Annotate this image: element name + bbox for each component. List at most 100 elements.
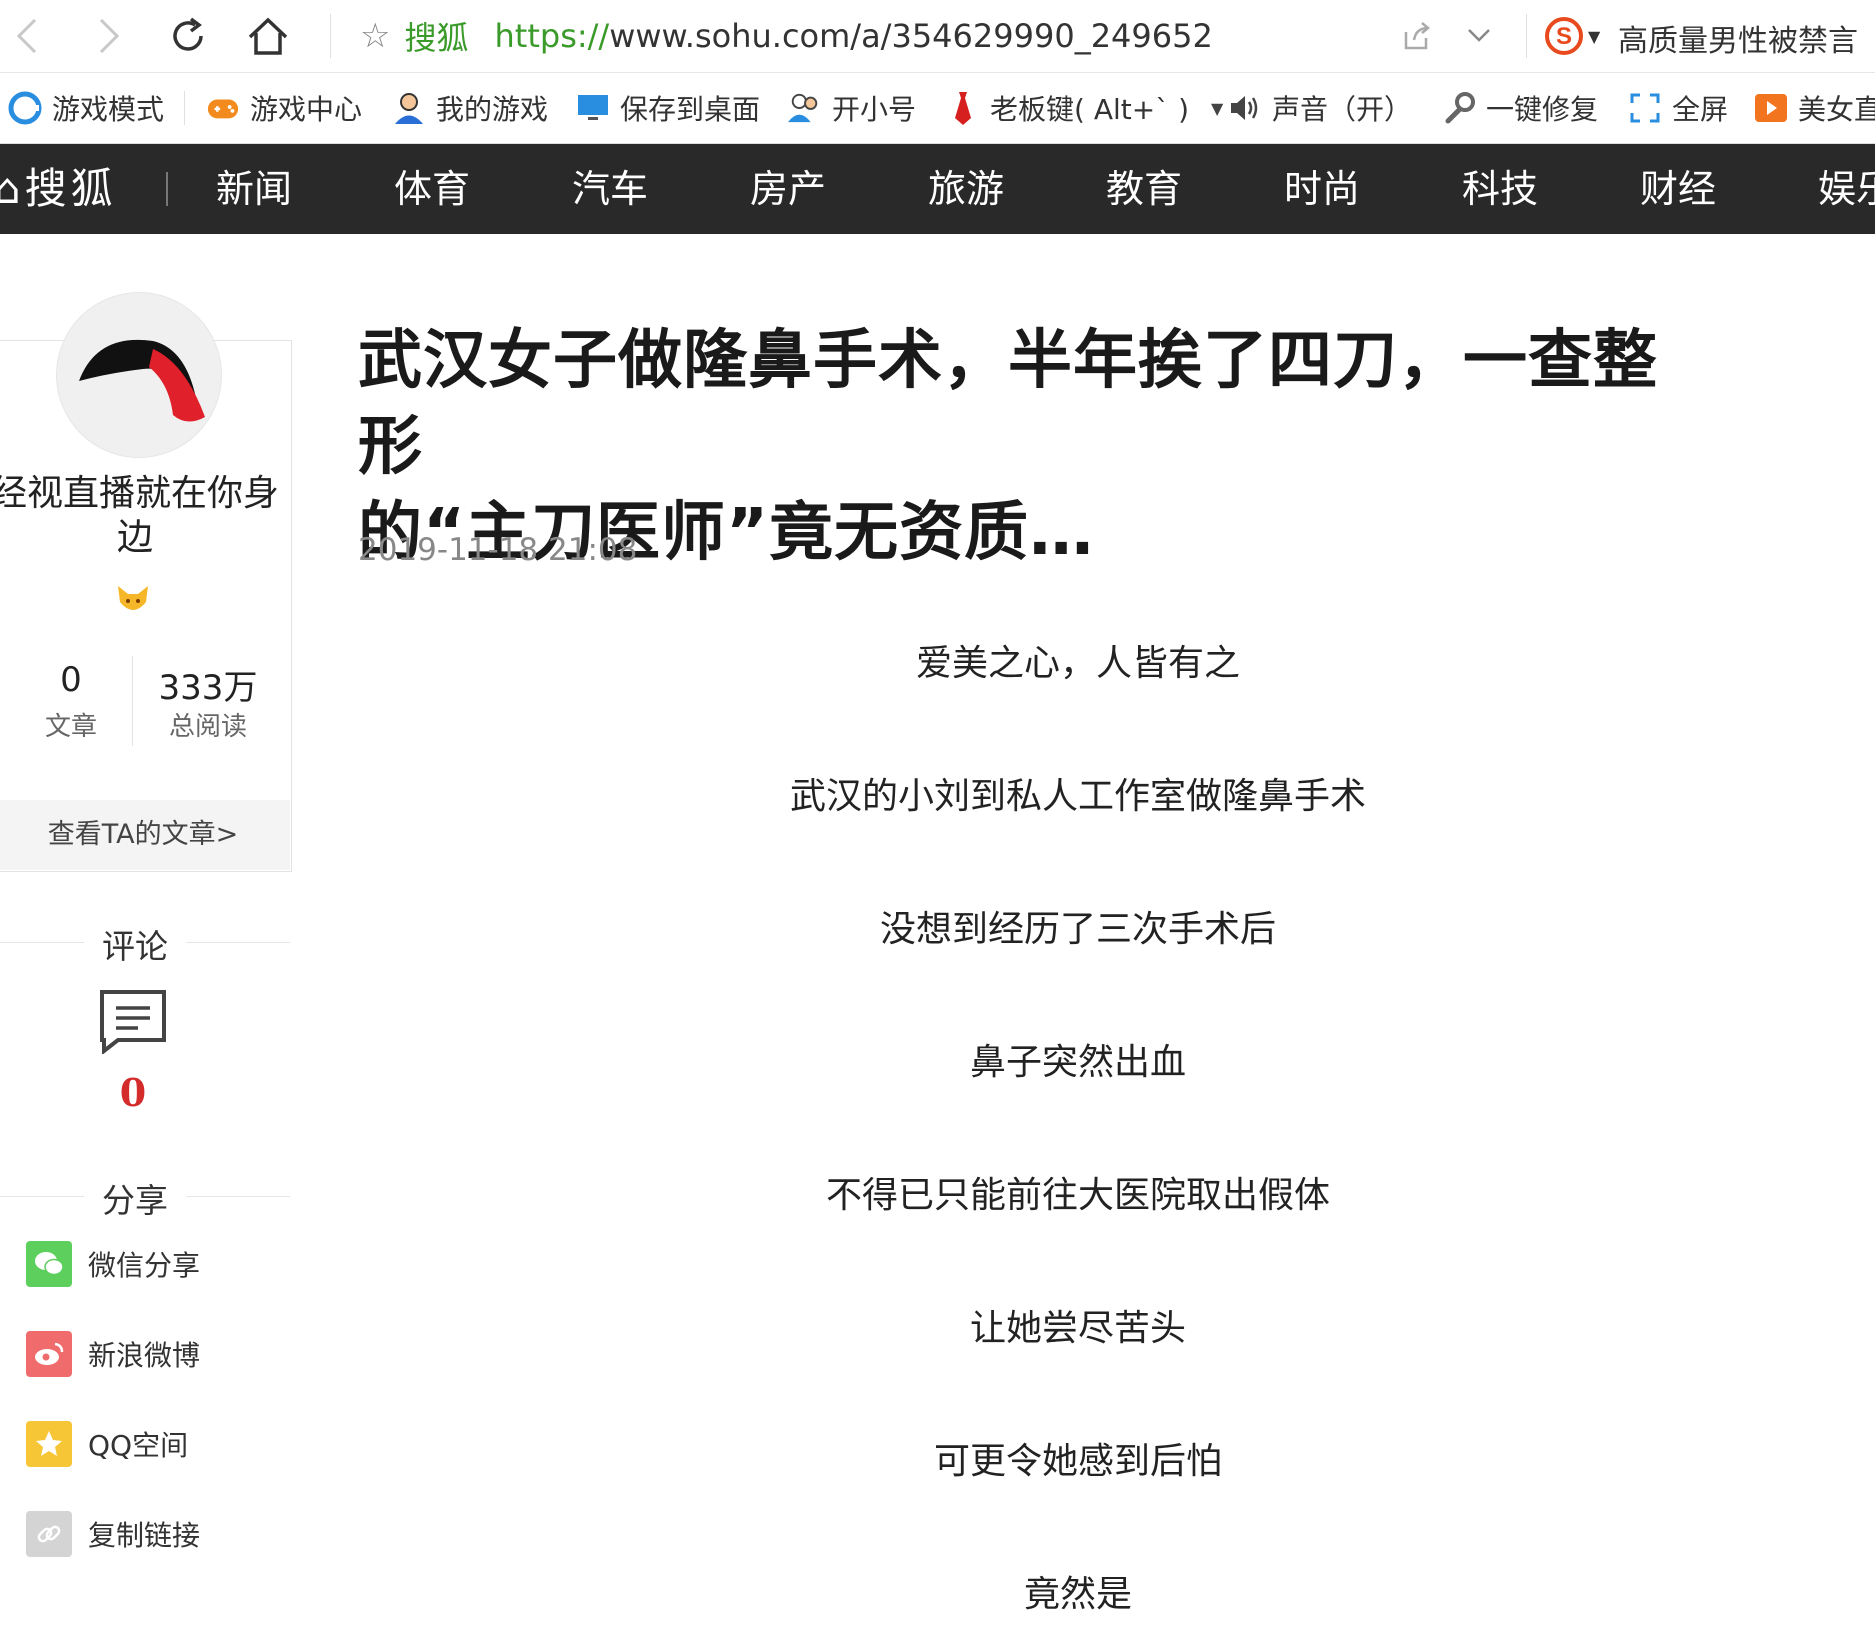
bookmark-game-center[interactable]: 游戏中心: [206, 73, 362, 143]
view-author-articles-link[interactable]: 查看TA的文章>: [0, 800, 290, 870]
bookmark-repair[interactable]: 一键修复: [1442, 73, 1598, 143]
url-text: www.sohu.com/a/354629990_249652: [609, 17, 1213, 55]
caret-down-icon[interactable]: ▼: [1211, 99, 1223, 118]
nav-item-tech[interactable]: 科技: [1462, 144, 1538, 234]
nav-item-fashion[interactable]: 时尚: [1284, 144, 1360, 234]
fox-badge-icon: [114, 582, 152, 620]
search-suggestion[interactable]: 高质量男性被禁言: [1618, 16, 1858, 60]
sogou-search-icon: S: [1545, 17, 1583, 55]
nav-item-sports[interactable]: 体育: [394, 144, 470, 234]
comment-section-title: 评论: [84, 920, 186, 968]
nav-item-entertainment[interactable]: 娱乐: [1818, 144, 1875, 234]
sohu-logo[interactable]: ⌂搜狐: [0, 144, 117, 234]
game-mode-icon: [8, 91, 42, 125]
bookmark-save-desktop[interactable]: 保存到桌面: [576, 73, 760, 143]
bookmark-live[interactable]: 美女直: [1754, 73, 1875, 143]
bookmark-fullscreen[interactable]: 全屏: [1628, 73, 1728, 143]
browser-toolbar: ☆ 搜狐 https:// www.sohu.com/a/354629990_2…: [0, 0, 1875, 73]
share-wechat[interactable]: 微信分享: [26, 1240, 200, 1288]
article-paragraph: 鼻子突然出血: [969, 1042, 1186, 1083]
qzone-star-icon: [26, 1421, 72, 1467]
play-icon: [1754, 91, 1788, 125]
svg-text:S: S: [1556, 23, 1572, 50]
home-icon: ⌂: [0, 164, 25, 213]
nav-divider: [166, 172, 168, 206]
url-scheme: https://: [494, 17, 610, 55]
share-label: 复制链接: [88, 1519, 201, 1552]
share-icon: [1404, 22, 1430, 50]
tie-icon: [946, 91, 980, 125]
author-logo-icon: [79, 339, 205, 422]
bookmark-my-games[interactable]: 我的游戏: [392, 73, 548, 143]
share-label: 微信分享: [88, 1249, 201, 1282]
bookmark-label: 一键修复: [1486, 93, 1599, 126]
stat-divider: [132, 656, 133, 746]
bookmark-star-icon[interactable]: ☆: [360, 16, 390, 56]
user-icon: [392, 91, 426, 125]
author-name[interactable]: 经视直播就在你身边: [0, 472, 280, 560]
bookmark-label: 声音（开）: [1272, 93, 1413, 126]
nav-item-travel[interactable]: 旅游: [928, 144, 1004, 234]
share-copy-link[interactable]: 复制链接: [26, 1510, 200, 1558]
monitor-icon: [576, 91, 610, 125]
forward-button[interactable]: [86, 14, 130, 58]
home-icon: [248, 17, 288, 55]
bookmark-boss-key[interactable]: 老板键( Alt+` ) ▼: [946, 73, 1223, 143]
reload-button[interactable]: [166, 14, 210, 58]
article-paragraph: 不得已只能前往大医院取出假体: [825, 1175, 1330, 1216]
share-section-title: 分享: [84, 1174, 186, 1222]
article-paragraph: 竟然是: [1023, 1574, 1132, 1615]
chevron-left-icon: [16, 18, 37, 54]
logo-text: 搜狐: [24, 164, 117, 213]
back-button[interactable]: [6, 14, 50, 58]
gamepad-icon: [206, 91, 240, 125]
bookmark-label: 我的游戏: [436, 93, 549, 126]
total-reads: 333万: [158, 668, 258, 708]
chevron-right-icon: [99, 18, 120, 54]
wechat-icon: [26, 1241, 72, 1287]
nav-item-finance[interactable]: 财经: [1640, 144, 1716, 234]
bookmark-divider: [184, 91, 185, 125]
address-dropdown-button[interactable]: [1466, 24, 1492, 50]
nav-item-education[interactable]: 教育: [1106, 144, 1182, 234]
wrench-icon: [1442, 91, 1476, 125]
article-count: 0: [60, 660, 82, 700]
share-qzone[interactable]: QQ空间: [26, 1420, 188, 1468]
link-icon: [26, 1511, 72, 1557]
home-button[interactable]: [246, 14, 290, 58]
nav-item-news[interactable]: 新闻: [216, 144, 292, 234]
bookmark-open-account[interactable]: 开小号: [788, 73, 916, 143]
share-weibo[interactable]: 新浪微博: [26, 1330, 200, 1378]
article-paragraph: 爱美之心，人皆有之: [915, 643, 1240, 684]
caret-down-icon: ▼: [1588, 26, 1601, 46]
fullscreen-icon: [1628, 91, 1662, 125]
bookmark-label: 保存到桌面: [620, 93, 761, 126]
toolbar-divider: [1526, 14, 1527, 58]
share-label: QQ空间: [88, 1429, 189, 1462]
site-navigation: ⌂搜狐 新闻 体育 汽车 房产 旅游 教育 时尚 科技 财经 娱乐: [0, 144, 1875, 234]
address-bar[interactable]: ☆ 搜狐 https:// www.sohu.com/a/354629990_2…: [360, 0, 1213, 72]
bookmark-label: 美女直: [1798, 93, 1875, 126]
bookmarks-bar: 游戏模式 游戏中心 我的游戏 保存到桌面 开小号 老板键( Alt+` ) ▼ …: [0, 73, 1875, 144]
article-paragraph: 让她尝尽苦头: [969, 1308, 1186, 1349]
comment-button[interactable]: [98, 988, 168, 1056]
weibo-icon: [26, 1331, 72, 1377]
reload-icon: [173, 17, 203, 51]
nav-item-house[interactable]: 房产: [750, 144, 826, 234]
article-paragraph: 可更令她感到后怕: [933, 1441, 1222, 1482]
share-page-button[interactable]: [1400, 20, 1432, 56]
avatar[interactable]: [56, 292, 222, 458]
search-engine-button[interactable]: S ▼: [1544, 16, 1600, 56]
bookmark-game-mode[interactable]: 游戏模式: [8, 73, 164, 143]
bookmark-label: 游戏中心: [250, 93, 363, 126]
comment-icon: [100, 990, 166, 1056]
article-paragraph: 没想到经历了三次手术后: [879, 909, 1276, 950]
bookmark-sound[interactable]: 声音（开）: [1228, 73, 1412, 143]
bookmark-label: 全屏: [1672, 93, 1729, 126]
nav-item-auto[interactable]: 汽车: [572, 144, 648, 234]
toolbar-divider: [330, 14, 331, 58]
comment-count[interactable]: 0: [100, 1070, 166, 1115]
speaker-icon: [1228, 91, 1262, 125]
site-identity-label: 搜狐: [404, 19, 469, 57]
total-reads-label: 总阅读: [168, 712, 247, 742]
